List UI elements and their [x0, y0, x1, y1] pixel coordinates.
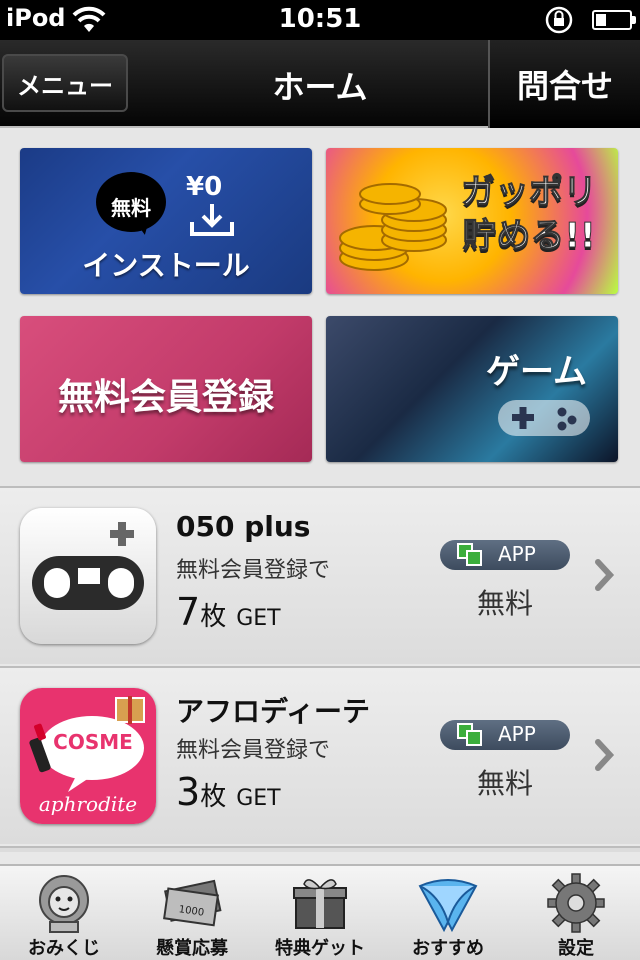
- gift-icon: [293, 879, 347, 929]
- rotation-lock-icon: [545, 6, 573, 34]
- status-bar: iPod 10:51: [0, 0, 640, 40]
- app-reward: 7枚 GET: [176, 590, 281, 634]
- nav-bar: メニュー ホーム 問合せ: [0, 40, 640, 128]
- tab-label: おみくじ: [28, 938, 100, 959]
- banner-grid: 無料 ¥0 インストール ガッポリ 貯める!! 無料会員登録 ゲーム: [0, 130, 640, 486]
- member-banner[interactable]: 無料会員登録: [20, 316, 312, 462]
- lion-icon: [39, 875, 89, 933]
- aphrodite-text: aphrodite: [38, 792, 138, 816]
- cosme-aphrodite-icon: COSME aphrodite: [20, 688, 156, 824]
- menu-button[interactable]: メニュー: [2, 54, 128, 112]
- tab-sweepstakes[interactable]: 1000 懸賞応募: [128, 866, 256, 960]
- page-title: ホーム: [272, 68, 368, 106]
- tab-settings[interactable]: 設定: [512, 866, 640, 960]
- app-badge-label: APP: [498, 722, 536, 746]
- list-item-partial: [0, 846, 640, 852]
- gappori-label-line2: 貯める!!: [462, 216, 596, 257]
- tab-label: 特典ゲット: [275, 938, 365, 959]
- app-price: 無料: [476, 587, 533, 620]
- tab-label: おすすめ: [412, 938, 484, 959]
- app-reward: 3枚 GET: [176, 770, 281, 814]
- reward-get: GET: [236, 786, 281, 811]
- tab-recommend[interactable]: おすすめ: [384, 866, 512, 960]
- game-label: ゲーム: [486, 352, 587, 392]
- free-badge: 無料: [111, 196, 151, 220]
- install-banner[interactable]: 無料 ¥0 インストール: [20, 148, 312, 294]
- gappori-banner[interactable]: ガッポリ 貯める!!: [326, 148, 618, 294]
- app-condition: 無料会員登録で: [176, 558, 331, 583]
- reward-count: 7: [176, 590, 201, 634]
- app-name: 050 plus: [176, 510, 311, 543]
- chevron-right-icon: [595, 739, 615, 771]
- cosme-text: COSME: [53, 730, 133, 754]
- gappori-label: ガッポリ 貯める!!: [444, 170, 614, 258]
- list-item[interactable]: 050 plus 無料会員登録で 7枚 GET APP 無料: [0, 486, 640, 664]
- contact-button[interactable]: 問合せ: [488, 40, 640, 128]
- gamepad-icon: [498, 400, 590, 436]
- tab-label: 設定: [558, 938, 594, 959]
- app-name: アフロディーテ: [176, 695, 371, 728]
- reward-get: GET: [236, 606, 281, 631]
- 050-plus-icon: [20, 508, 156, 644]
- app-badge-label: APP: [498, 542, 536, 566]
- gappori-label-line1: ガッポリ: [461, 172, 598, 213]
- reward-unit: 枚: [200, 602, 227, 632]
- app-price: 無料: [476, 767, 533, 800]
- tab-label: 懸賞応募: [156, 938, 228, 959]
- money-icon: 1000: [163, 879, 222, 927]
- tab-omikuji[interactable]: おみくじ: [0, 866, 128, 960]
- install-label: インストール: [82, 249, 250, 282]
- app-condition: 無料会員登録で: [176, 738, 331, 763]
- app-store-icon: [457, 543, 482, 566]
- battery-icon: [592, 10, 636, 30]
- app-badge: APP: [440, 540, 570, 570]
- tab-bonus[interactable]: 特典ゲット: [256, 866, 384, 960]
- tab-bar: おみくじ 1000 懸賞応募 特典ゲット おすすめ 設定: [0, 864, 640, 960]
- bird-icon: [418, 879, 478, 933]
- coins-icon: [339, 183, 447, 271]
- reward-count: 3: [176, 770, 201, 814]
- list-item[interactable]: COSME aphrodite アフロディーテ 無料会員登録で 3枚 GET AP…: [0, 666, 640, 844]
- app-badge: APP: [440, 720, 570, 750]
- gear-icon: [547, 873, 605, 933]
- app-store-icon: [457, 723, 482, 746]
- reward-unit: 枚: [200, 782, 227, 812]
- member-label: 無料会員登録: [57, 377, 274, 418]
- game-banner[interactable]: ゲーム: [326, 316, 618, 462]
- download-icon: [190, 204, 234, 236]
- zero-yen-label: ¥0: [186, 172, 223, 202]
- chevron-right-icon: [595, 559, 615, 591]
- app-list: 050 plus 無料会員登録で 7枚 GET APP 無料 COSME aph…: [0, 486, 640, 862]
